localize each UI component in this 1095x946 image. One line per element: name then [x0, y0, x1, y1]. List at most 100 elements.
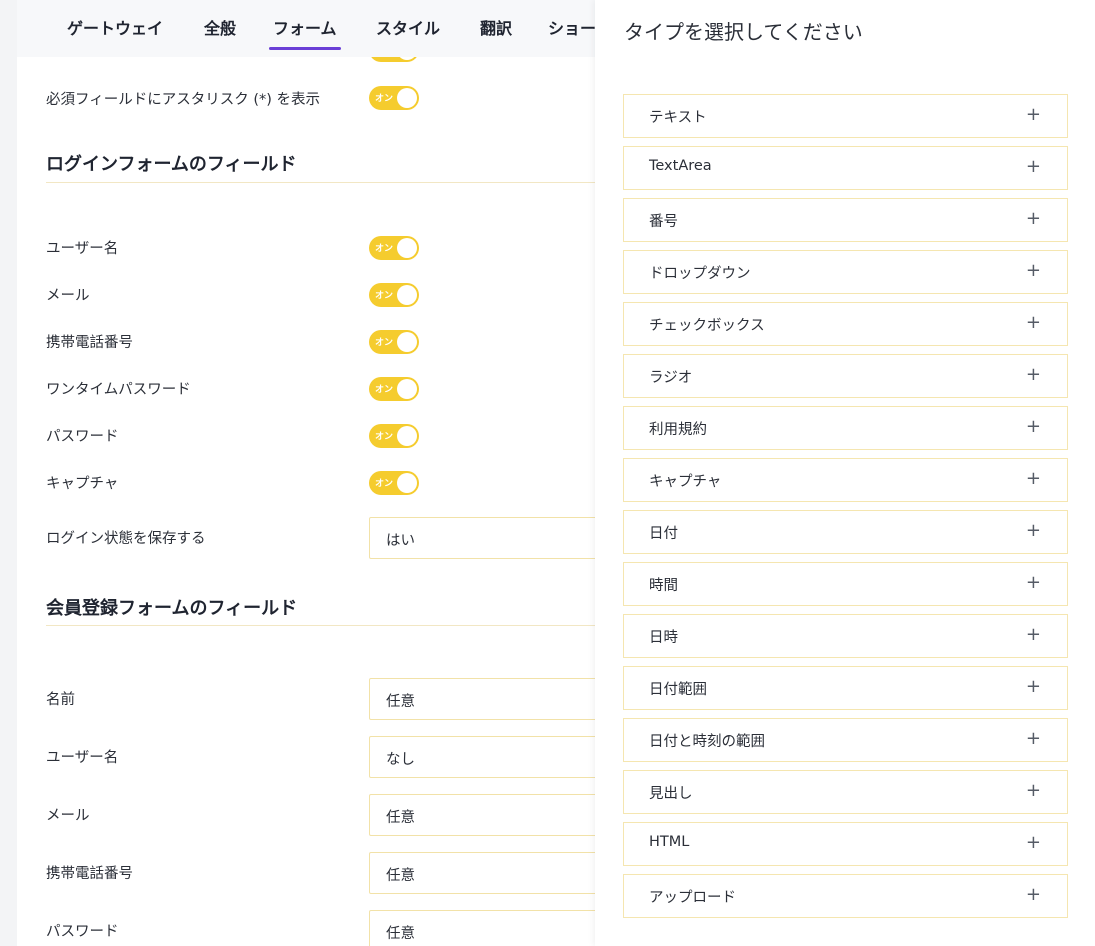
type-option[interactable]: キャプチャ + [623, 458, 1068, 502]
type-option[interactable]: HTML + [623, 822, 1068, 866]
plus-icon: + [1025, 208, 1041, 229]
type-option[interactable]: 日付と時刻の範囲 + [623, 718, 1068, 762]
type-label: 日付範囲 [649, 682, 707, 698]
toggle-text: オン [375, 338, 394, 348]
login-username-toggle[interactable]: オン [369, 236, 419, 260]
plus-icon: + [1025, 624, 1041, 645]
plus-icon: + [1025, 884, 1041, 905]
tab-translation[interactable]: 翻訳 [480, 15, 512, 39]
type-label: TextArea [649, 158, 712, 174]
type-label: テキスト [649, 110, 707, 126]
login-section-title: ログインフォームのフィールド [46, 154, 297, 175]
plus-icon: + [1025, 104, 1041, 125]
type-option[interactable]: アップロード + [623, 874, 1068, 918]
login-divider [46, 182, 595, 183]
type-option[interactable]: 時間 + [623, 562, 1068, 606]
type-label: 利用規約 [649, 422, 707, 438]
tab-style[interactable]: スタイル [376, 15, 440, 39]
type-label: アップロード [649, 890, 736, 906]
asterisk-toggle[interactable]: オン [369, 86, 419, 110]
register-field-label: パスワード [46, 924, 119, 940]
register-email-select[interactable]: 任意 [369, 794, 595, 836]
type-label: チェックボックス [649, 318, 765, 334]
toggle-knob [397, 426, 417, 446]
remember-select[interactable]: はい [369, 517, 595, 559]
register-username-select[interactable]: なし [369, 736, 595, 778]
toggle-text: オン [375, 291, 394, 301]
toggle-knob [397, 88, 417, 108]
type-label: 番号 [649, 214, 678, 230]
register-section-title: 会員登録フォームのフィールド [46, 598, 298, 619]
type-option[interactable]: 見出し + [623, 770, 1068, 814]
type-label: HTML [649, 834, 690, 850]
panel-title: タイプを選択してください [624, 20, 863, 44]
plus-icon: + [1025, 572, 1041, 593]
register-field-label: 名前 [46, 692, 75, 708]
login-captcha-toggle[interactable]: オン [369, 471, 419, 495]
type-label: ラジオ [649, 370, 693, 386]
type-option[interactable]: ドロップダウン + [623, 250, 1068, 294]
plus-icon: + [1025, 260, 1041, 281]
plus-icon: + [1025, 416, 1041, 437]
type-option[interactable]: チェックボックス + [623, 302, 1068, 346]
toggle-text: オン [375, 94, 394, 104]
type-label: キャプチャ [649, 474, 722, 490]
plus-icon: + [1025, 676, 1041, 697]
register-field-label: ユーザー名 [46, 750, 119, 766]
login-field-label: パスワード [46, 429, 119, 445]
login-field-label: 携帯電話番号 [46, 335, 133, 351]
type-label: 時間 [649, 578, 678, 594]
type-option[interactable]: テキスト + [623, 94, 1068, 138]
type-option[interactable]: TextArea + [623, 146, 1068, 190]
register-name-select[interactable]: 任意 [369, 678, 595, 720]
toggle-knob [397, 473, 417, 493]
toggle-text: オン [375, 385, 394, 395]
plus-icon: + [1025, 364, 1041, 385]
type-picker-panel: タイプを選択してください テキスト + TextArea + 番号 + ドロップ… [595, 0, 1095, 946]
plus-icon: + [1025, 312, 1041, 333]
toggle-text: オン [375, 479, 394, 489]
register-divider [46, 625, 595, 626]
type-option[interactable]: 番号 + [623, 198, 1068, 242]
login-field-label: ワンタイムパスワード [46, 382, 191, 398]
tab-bar: ゲートウェイ 全般 フォーム スタイル 翻訳 ショー [17, 0, 595, 57]
type-option[interactable]: 日付 + [623, 510, 1068, 554]
tab-general[interactable]: 全般 [204, 15, 236, 39]
type-option[interactable]: 利用規約 + [623, 406, 1068, 450]
type-label: 日付 [649, 526, 678, 542]
register-phone-select[interactable]: 任意 [369, 852, 595, 894]
type-option[interactable]: 日付範囲 + [623, 666, 1068, 710]
login-email-toggle[interactable]: オン [369, 283, 419, 307]
login-field-label: ユーザー名 [46, 241, 119, 257]
tab-form[interactable]: フォーム [269, 15, 341, 50]
register-field-label: メール [46, 808, 90, 824]
register-password-select[interactable]: 任意 [369, 910, 595, 946]
left-gutter [0, 0, 17, 946]
toggle-text: オン [375, 432, 394, 442]
login-field-label: メール [46, 288, 90, 304]
plus-icon: + [1025, 780, 1041, 801]
type-option[interactable]: 日時 + [623, 614, 1068, 658]
plus-icon: + [1025, 832, 1041, 853]
tab-gateway[interactable]: ゲートウェイ [67, 15, 163, 39]
toggle-knob [397, 379, 417, 399]
type-label: 日付と時刻の範囲 [649, 734, 765, 750]
settings-main: ゲートウェイ 全般 フォーム スタイル 翻訳 ショー 必須フィールドにアスタリス… [17, 0, 595, 946]
login-password-toggle[interactable]: オン [369, 424, 419, 448]
plus-icon: + [1025, 728, 1041, 749]
type-option[interactable]: ラジオ + [623, 354, 1068, 398]
toggle-knob [397, 332, 417, 352]
plus-icon: + [1025, 520, 1041, 541]
plus-icon: + [1025, 468, 1041, 489]
login-field-label: キャプチャ [46, 476, 119, 492]
login-otp-toggle[interactable]: オン [369, 377, 419, 401]
toggle-knob [397, 238, 417, 258]
login-phone-toggle[interactable]: オン [369, 330, 419, 354]
type-label: ドロップダウン [649, 266, 751, 282]
tab-show[interactable]: ショー [548, 15, 595, 39]
asterisk-label: 必須フィールドにアスタリスク (*) を表示 [46, 92, 320, 108]
register-field-label: 携帯電話番号 [46, 866, 133, 882]
toggle-knob [397, 285, 417, 305]
type-label: 日時 [649, 630, 678, 646]
plus-icon: + [1025, 156, 1041, 177]
